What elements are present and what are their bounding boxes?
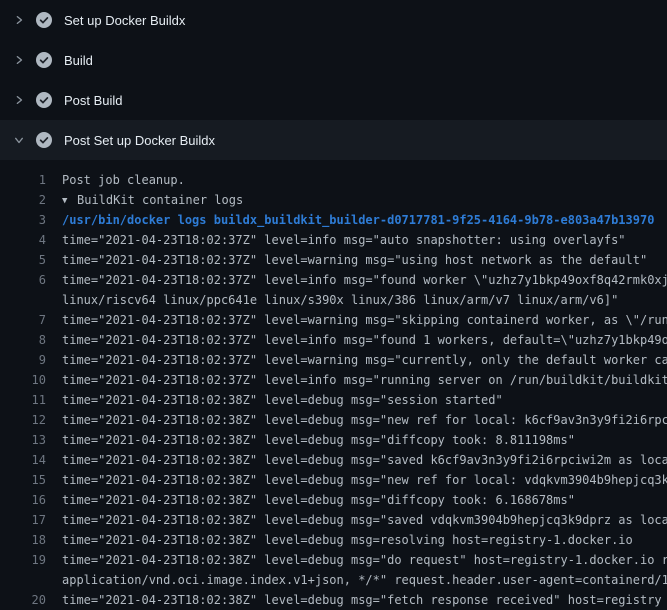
line-number[interactable]: 10 [0, 370, 46, 390]
log-line: 14time="2021-04-23T18:02:38Z" level=debu… [0, 450, 667, 470]
log-line: 2▼BuildKit container logs [0, 190, 667, 210]
line-number[interactable]: 6 [0, 270, 46, 290]
line-number[interactable]: 15 [0, 470, 46, 490]
step-section-build[interactable]: Build [0, 40, 667, 80]
chevron-right-icon [14, 15, 36, 25]
log-text: time="2021-04-23T18:02:37Z" level=warnin… [46, 350, 667, 370]
log-line: 4time="2021-04-23T18:02:37Z" level=info … [0, 230, 667, 250]
log-line: 8time="2021-04-23T18:02:37Z" level=info … [0, 330, 667, 350]
line-number[interactable]: 14 [0, 450, 46, 470]
log-text: time="2021-04-23T18:02:38Z" level=debug … [46, 410, 667, 430]
log-line: 11time="2021-04-23T18:02:38Z" level=debu… [0, 390, 667, 410]
log-text: time="2021-04-23T18:02:38Z" level=debug … [46, 490, 667, 510]
chevron-right-icon [14, 95, 36, 105]
log-text: time="2021-04-23T18:02:37Z" level=info m… [46, 330, 667, 350]
line-number[interactable]: 4 [0, 230, 46, 250]
log-line-continuation: application/vnd.oci.image.index.v1+json,… [0, 570, 667, 590]
check-circle-icon [36, 12, 52, 28]
log-line: 3/usr/bin/docker logs buildx_buildkit_bu… [0, 210, 667, 230]
line-number[interactable]: 13 [0, 430, 46, 450]
line-number[interactable]: 20 [0, 590, 46, 610]
log-line: 16time="2021-04-23T18:02:38Z" level=debu… [0, 490, 667, 510]
log-text: linux/riscv64 linux/ppc641e linux/s390x … [46, 290, 667, 310]
log-line: 9time="2021-04-23T18:02:37Z" level=warni… [0, 350, 667, 370]
step-title: Set up Docker Buildx [64, 13, 185, 28]
line-number[interactable]: 7 [0, 310, 46, 330]
log-line: 20time="2021-04-23T18:02:38Z" level=debu… [0, 590, 667, 610]
log-line: 7time="2021-04-23T18:02:37Z" level=warni… [0, 310, 667, 330]
log-line: 13time="2021-04-23T18:02:38Z" level=debu… [0, 430, 667, 450]
line-number [0, 290, 46, 310]
log-text: Post job cleanup. [46, 170, 667, 190]
log-line: 5time="2021-04-23T18:02:37Z" level=warni… [0, 250, 667, 270]
step-section-post-build[interactable]: Post Build [0, 80, 667, 120]
log-text: application/vnd.oci.image.index.v1+json,… [46, 570, 667, 590]
step-list: Set up Docker Buildx Build Post Build Post … [0, 0, 667, 160]
line-number[interactable]: 3 [0, 210, 46, 230]
line-number[interactable]: 19 [0, 550, 46, 570]
line-number[interactable]: 12 [0, 410, 46, 430]
check-circle-icon [36, 52, 52, 68]
line-number[interactable]: 2 [0, 190, 46, 210]
log-group-label[interactable]: BuildKit container logs [77, 193, 243, 207]
log-text: time="2021-04-23T18:02:38Z" level=debug … [46, 550, 667, 570]
line-number[interactable]: 9 [0, 350, 46, 370]
log-text: time="2021-04-23T18:02:38Z" level=debug … [46, 430, 667, 450]
log-command-text: /usr/bin/docker logs buildx_buildkit_bui… [46, 210, 667, 230]
line-number[interactable]: 1 [0, 170, 46, 190]
step-title: Post Set up Docker Buildx [64, 133, 215, 148]
line-number[interactable]: 17 [0, 510, 46, 530]
log-text: time="2021-04-23T18:02:37Z" level=info m… [46, 230, 667, 250]
log-text: time="2021-04-23T18:02:38Z" level=debug … [46, 590, 667, 610]
line-number[interactable]: 5 [0, 250, 46, 270]
line-number[interactable]: 8 [0, 330, 46, 350]
log-text: time="2021-04-23T18:02:37Z" level=warnin… [46, 250, 667, 270]
line-number[interactable]: 11 [0, 390, 46, 410]
log-line: 17time="2021-04-23T18:02:38Z" level=debu… [0, 510, 667, 530]
log-line: 15time="2021-04-23T18:02:38Z" level=debu… [0, 470, 667, 490]
triangle-down-icon[interactable]: ▼ [62, 191, 77, 210]
chevron-right-icon [14, 55, 36, 65]
chevron-down-icon [14, 135, 36, 145]
line-number[interactable]: 18 [0, 530, 46, 550]
log-text: time="2021-04-23T18:02:37Z" level=info m… [46, 370, 667, 390]
log-line: 1Post job cleanup. [0, 170, 667, 190]
log-text: time="2021-04-23T18:02:37Z" level=warnin… [46, 310, 667, 330]
log-line: 18time="2021-04-23T18:02:38Z" level=debu… [0, 530, 667, 550]
log-area: 1Post job cleanup.2▼BuildKit container l… [0, 160, 667, 610]
log-text: time="2021-04-23T18:02:38Z" level=debug … [46, 530, 667, 550]
log-line: 12time="2021-04-23T18:02:38Z" level=debu… [0, 410, 667, 430]
step-title: Post Build [64, 93, 123, 108]
check-circle-icon [36, 132, 52, 148]
log-text: time="2021-04-23T18:02:38Z" level=debug … [46, 510, 667, 530]
log-text: ▼BuildKit container logs [46, 190, 667, 210]
step-section-post-set-up-docker-buildx[interactable]: Post Set up Docker Buildx [0, 120, 667, 160]
log-line: 19time="2021-04-23T18:02:38Z" level=debu… [0, 550, 667, 570]
step-section-set-up-docker-buildx[interactable]: Set up Docker Buildx [0, 0, 667, 40]
line-number[interactable]: 16 [0, 490, 46, 510]
line-number [0, 570, 46, 590]
check-circle-icon [36, 92, 52, 108]
step-title: Build [64, 53, 93, 68]
log-line-continuation: linux/riscv64 linux/ppc641e linux/s390x … [0, 290, 667, 310]
log-line: 6time="2021-04-23T18:02:37Z" level=info … [0, 270, 667, 290]
workflow-log-viewer: Set up Docker Buildx Build Post Build Post … [0, 0, 667, 610]
log-text: time="2021-04-23T18:02:38Z" level=debug … [46, 450, 667, 470]
log-text: time="2021-04-23T18:02:38Z" level=debug … [46, 390, 667, 410]
log-line: 10time="2021-04-23T18:02:37Z" level=info… [0, 370, 667, 390]
log-text: time="2021-04-23T18:02:37Z" level=info m… [46, 270, 667, 290]
log-text: time="2021-04-23T18:02:38Z" level=debug … [46, 470, 667, 490]
